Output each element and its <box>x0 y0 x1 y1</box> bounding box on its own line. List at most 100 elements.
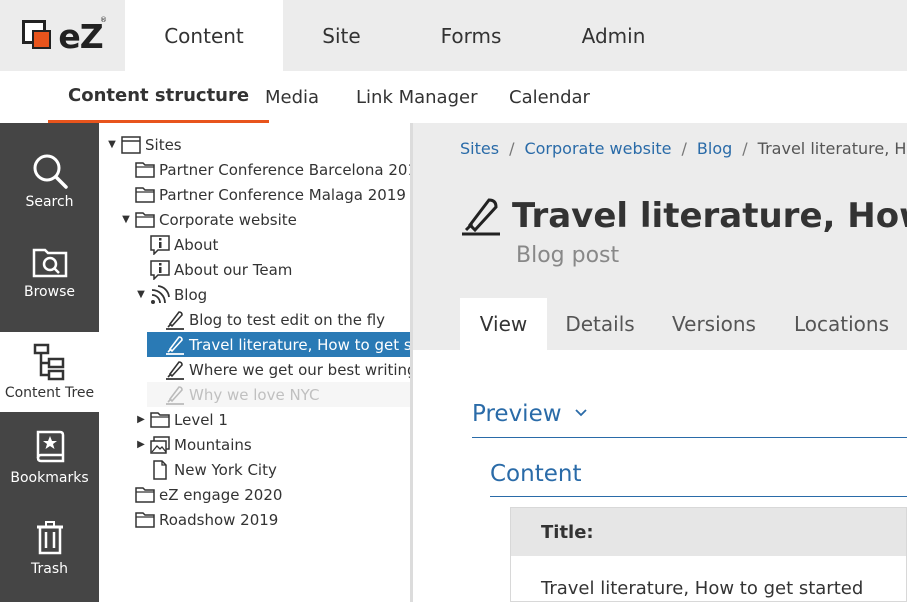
pen-icon <box>166 310 184 330</box>
site-icon <box>121 135 141 154</box>
subnav-media[interactable]: Media <box>265 71 319 123</box>
sub-nav: Content structure Media Link Manager Cal… <box>0 71 907 123</box>
tree-node-blog[interactable]: ▼ Blog <box>135 282 207 307</box>
tree-node-label: Travel literature, How to get started <box>189 335 410 354</box>
tree-node-label: Where we get our best writing done <box>189 360 410 379</box>
left-sidebar: Search Browse Content Tree Bookmarks Tra… <box>0 123 99 602</box>
tab-locations[interactable]: Locations <box>775 298 907 350</box>
tree-node-level-1[interactable]: ▶ Level 1 <box>135 407 228 432</box>
tab-versions[interactable]: Versions <box>653 298 775 350</box>
tree-node-label: Level 1 <box>174 410 228 429</box>
ez-logo[interactable]: eZ ® <box>0 0 125 71</box>
tree-node-label: eZ engage 2020 <box>159 485 283 504</box>
tree-node-label: Corporate website <box>159 210 297 229</box>
breadcrumb-link-corporate-website[interactable]: Corporate website <box>524 139 671 158</box>
folder-icon <box>135 512 155 528</box>
top-bar: eZ ® Content Site Forms Admin <box>0 0 907 71</box>
pen-icon <box>166 360 184 380</box>
sidebar-content-tree-label: Content Tree <box>4 385 95 401</box>
tree-node-why-nyc[interactable]: Why we love NYC <box>147 382 410 407</box>
sidebar-bookmarks-button[interactable]: Bookmarks <box>0 412 99 502</box>
bookmark-icon <box>36 430 64 463</box>
tree-node-about-our-team[interactable]: About our Team <box>150 257 292 282</box>
subnav-content-structure[interactable]: Content structure <box>48 71 270 123</box>
sidebar-browse-label: Browse <box>24 284 75 300</box>
tree-toggle[interactable]: ▶ <box>135 414 147 425</box>
tree-node-label: Sites <box>145 135 182 154</box>
registered-mark: ® <box>100 16 107 24</box>
tree-node-partner-barcelona[interactable]: Partner Conference Barcelona 2018 <box>135 157 410 182</box>
tree-node-label: Why we love NYC <box>189 385 320 404</box>
pen-icon <box>462 198 500 236</box>
breadcrumb-link-sites[interactable]: Sites <box>460 139 499 158</box>
main-content: Sites / Corporate website / Blog / Travel lite… <box>413 123 907 602</box>
info-icon <box>150 234 170 255</box>
folder-icon <box>135 187 155 203</box>
top-nav: Content Site Forms Admin <box>125 0 685 71</box>
tree-node-ez-engage-2020[interactable]: eZ engage 2020 <box>135 482 282 507</box>
tab-details[interactable]: Details <box>547 298 653 350</box>
browse-icon <box>32 248 67 278</box>
tree-node-label: About our Team <box>174 260 293 279</box>
tree-node-about[interactable]: About <box>150 232 218 257</box>
pen-icon <box>166 385 184 405</box>
chevron-down-icon <box>574 406 588 422</box>
folder-icon <box>135 162 155 178</box>
tree-node-new-york-city[interactable]: New York City <box>150 457 277 482</box>
subnav-link-manager[interactable]: Link Manager <box>356 71 477 123</box>
tree-node-label: New York City <box>174 460 277 479</box>
tree-node-label: About <box>174 235 219 254</box>
content-tree-icon <box>33 343 64 381</box>
tree-toggle[interactable]: ▼ <box>106 139 118 150</box>
folder-icon <box>150 412 170 428</box>
tree-node-mountains[interactable]: ▶ Mountains <box>135 432 252 457</box>
content-section-label: Content <box>490 460 582 487</box>
tree-node-partner-malaga[interactable]: Partner Conference Malaga 2019 <box>135 182 406 207</box>
sidebar-browse-button[interactable]: Browse <box>0 226 99 316</box>
tab-content[interactable]: Content <box>125 0 283 71</box>
breadcrumb-separator: / <box>681 139 687 158</box>
sidebar-trash-label: Trash <box>31 561 68 577</box>
tab-site[interactable]: Site <box>283 0 400 71</box>
sidebar-search-label: Search <box>25 194 74 210</box>
field-title-value: Travel literature, How to get started <box>541 578 864 599</box>
sidebar-trash-button[interactable]: Trash <box>0 503 99 593</box>
preview-label: Preview <box>472 401 562 427</box>
tree-node-label: Blog to test edit on the fly <box>189 310 386 329</box>
tree-node-corporate-website[interactable]: ▼ Corporate website <box>120 207 297 232</box>
folder-icon <box>135 487 155 503</box>
sidebar-bookmarks-label: Bookmarks <box>10 470 89 486</box>
page-title: Travel literature, How to get started <box>512 196 907 236</box>
field-title: Title: Travel literature, How to get sta… <box>510 507 907 602</box>
folder-icon <box>135 212 155 228</box>
breadcrumb-current: Travel literature, How to get started <box>757 139 907 158</box>
breadcrumb-link-blog[interactable]: Blog <box>697 139 732 158</box>
content-header: Sites / Corporate website / Blog / Travel lite… <box>413 123 907 350</box>
content-tabs: View Details Versions Locations <box>460 298 907 350</box>
breadcrumb-separator: / <box>742 139 748 158</box>
subnav-calendar[interactable]: Calendar <box>509 71 590 123</box>
pen-icon <box>166 335 184 355</box>
tab-admin[interactable]: Admin <box>542 0 685 71</box>
trash-icon <box>36 521 63 555</box>
tree-node-travel-literature[interactable]: Travel literature, How to get started <box>147 332 410 357</box>
preview-toggle[interactable]: Preview <box>472 391 907 438</box>
tree-node-best-writing[interactable]: Where we get our best writing done <box>165 357 410 382</box>
sidebar-search-button[interactable]: Search <box>0 136 99 226</box>
file-icon <box>153 459 167 480</box>
page-title-row: Travel literature, How to get started <box>460 195 907 237</box>
sidebar-content-tree-button[interactable]: Content Tree <box>0 332 99 412</box>
search-icon <box>33 154 68 189</box>
tree-node-sites[interactable]: ▼ Sites <box>106 132 182 157</box>
tree-node-roadshow-2019[interactable]: Roadshow 2019 <box>135 507 278 532</box>
tree-node-blog-edit-fly[interactable]: Blog to test edit on the fly <box>165 307 385 332</box>
tree-toggle[interactable]: ▼ <box>135 289 147 300</box>
breadcrumb-separator: / <box>509 139 515 158</box>
content-tree: ▼ Sites Partner Conference Barcelona 201… <box>99 123 410 602</box>
tree-toggle[interactable]: ▼ <box>120 214 132 225</box>
content-type-label: Blog post <box>516 243 620 268</box>
tree-toggle[interactable]: ▶ <box>135 439 147 450</box>
tree-node-label: Blog <box>174 285 208 304</box>
tab-view[interactable]: View <box>460 298 547 350</box>
tab-forms[interactable]: Forms <box>400 0 542 71</box>
